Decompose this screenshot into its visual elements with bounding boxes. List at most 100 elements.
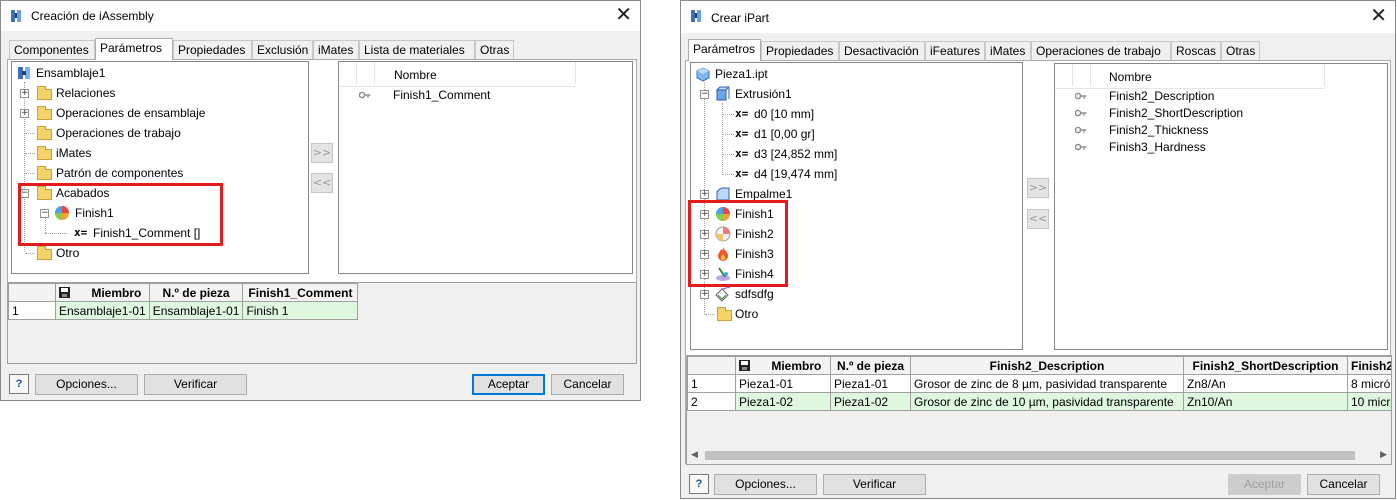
ipart-params-list[interactable]: Nombre Finish2_Description Finish2_Short… xyxy=(1054,63,1388,350)
save-icon xyxy=(59,286,70,298)
verify-button[interactable]: Verificar xyxy=(144,374,247,395)
table-cell[interactable]: Pieza1-01 xyxy=(735,374,831,393)
finish2-description-column-header[interactable]: Finish2_Description xyxy=(910,356,1184,375)
iassembly-dialog: Creación de iAssembly ✕ Componentes Pará… xyxy=(0,0,641,401)
table-row[interactable]: 1 Ensamblaje1-01 Ensamblaje1-01 Finish 1 xyxy=(8,301,359,320)
expand-icon[interactable]: + xyxy=(20,109,29,118)
parameter-icon: x= xyxy=(735,107,749,120)
add-parameter-button[interactable]: >> xyxy=(311,143,333,163)
param-label: Finish2_ShortDescription xyxy=(1109,106,1244,120)
tree-node-pieza1[interactable]: Pieza1.ipt xyxy=(693,64,1013,84)
expand-icon[interactable]: + xyxy=(700,190,709,199)
tree-node-otro[interactable]: Otro xyxy=(693,304,1013,324)
tab-otras[interactable]: Otras xyxy=(475,40,514,59)
cancel-button[interactable]: Cancelar xyxy=(1307,474,1380,495)
folder-icon xyxy=(717,307,732,321)
param-item[interactable]: Finish1_Comment xyxy=(339,87,629,104)
tab-exclusion[interactable]: Exclusión xyxy=(252,40,313,59)
tab-ifeatures[interactable]: iFeatures xyxy=(925,41,985,60)
row-number[interactable]: 1 xyxy=(8,301,56,320)
tree-label: Relaciones xyxy=(56,86,116,100)
verify-button[interactable]: Verificar xyxy=(823,474,926,495)
table-cell[interactable]: Zn8/An xyxy=(1183,374,1348,393)
tree-node-operaciones-ensamblaje[interactable]: + Operaciones de ensamblaje xyxy=(14,103,304,123)
options-button[interactable]: Opciones... xyxy=(714,474,817,495)
tree-node-relaciones[interactable]: + Relaciones xyxy=(14,83,304,103)
tab-parametros[interactable]: Parámetros xyxy=(688,39,761,61)
expand-icon[interactable]: + xyxy=(20,89,29,98)
table-cell[interactable]: 8 micrón xyxy=(1347,374,1391,393)
tree-node-d3[interactable]: x= d3 [24,852 mm] xyxy=(693,144,1013,164)
tab-propiedades[interactable]: Propiedades xyxy=(761,41,839,60)
member-column-header[interactable]: Miembro xyxy=(55,283,150,302)
remove-parameter-button[interactable]: << xyxy=(1027,209,1049,229)
tree-node-otro[interactable]: Otro xyxy=(14,243,304,263)
finish1-comment-column-header[interactable]: Finish1_Comment xyxy=(242,283,359,302)
tab-roscas[interactable]: Roscas xyxy=(1171,41,1221,60)
iassembly-params-list[interactable]: Nombre Finish1_Comment xyxy=(338,61,633,274)
param-item[interactable]: Finish3_Hardness xyxy=(1055,139,1375,156)
extrusion-icon xyxy=(715,86,731,101)
header-divider xyxy=(1324,64,1325,86)
param-item[interactable]: Finish2_Thickness xyxy=(1055,122,1375,139)
tab-operaciones-trabajo[interactable]: Operaciones de trabajo xyxy=(1031,41,1171,60)
close-icon[interactable]: ✕ xyxy=(1370,5,1387,27)
tree-node-extrusion1[interactable]: − Extrusión1 xyxy=(693,84,1013,104)
table-cell[interactable]: Zn10/An xyxy=(1183,392,1348,411)
tab-imates[interactable]: iMates xyxy=(985,41,1031,60)
scroll-right-icon[interactable]: ▶ xyxy=(1380,449,1387,460)
remove-parameter-button[interactable]: << xyxy=(311,173,333,193)
tree-node-patron-componentes[interactable]: Patrón de componentes xyxy=(14,163,304,183)
tab-lista-materiales[interactable]: Lista de materiales xyxy=(359,40,475,59)
tree-node-d1[interactable]: x= d1 [0,00 gr] xyxy=(693,124,1013,144)
scrollbar-thumb[interactable] xyxy=(705,451,1355,460)
row-number[interactable]: 2 xyxy=(687,392,736,411)
param-item[interactable]: Finish2_Description xyxy=(1055,88,1375,105)
tree-node-ensamblaje1[interactable]: Ensamblaje1 xyxy=(14,63,304,83)
add-parameter-button[interactable]: >> xyxy=(1027,178,1049,198)
part-icon xyxy=(696,67,710,82)
tree-node-d4[interactable]: x= d4 [19,474 mm] xyxy=(693,164,1013,184)
accept-button[interactable]: Aceptar xyxy=(472,374,545,395)
table-row[interactable]: 2 Pieza1-02 Pieza1-02 Grosor de zinc de … xyxy=(687,392,1391,411)
tab-parametros[interactable]: Parámetros xyxy=(95,38,173,60)
tab-otras[interactable]: Otras xyxy=(1221,41,1260,60)
tree-node-sdfsdfg[interactable]: + sdfsdfg xyxy=(693,284,1013,304)
part-number-column-header[interactable]: N.º de pieza xyxy=(148,283,244,302)
options-button[interactable]: Opciones... xyxy=(35,374,138,395)
folder-icon xyxy=(37,246,52,260)
accept-button[interactable]: Aceptar xyxy=(1228,474,1301,495)
ipart-title: Crear iPart xyxy=(711,11,770,25)
help-button[interactable]: ? xyxy=(689,474,709,494)
table-cell[interactable]: Grosor de zinc de 10 µm, pasividad trans… xyxy=(910,392,1184,411)
tree-node-operaciones-trabajo[interactable]: Operaciones de trabajo xyxy=(14,123,304,143)
scroll-left-icon[interactable]: ◀ xyxy=(691,449,698,460)
table-row[interactable]: 1 Pieza1-01 Pieza1-01 Grosor de zinc de … xyxy=(687,374,1391,393)
tab-propiedades[interactable]: Propiedades xyxy=(173,40,252,59)
horizontal-scrollbar[interactable]: ◀ ▶ xyxy=(687,448,1391,464)
cancel-button[interactable]: Cancelar xyxy=(551,374,624,395)
tree-node-d0[interactable]: x= d0 [10 mm] xyxy=(693,104,1013,124)
expand-icon[interactable]: + xyxy=(700,290,709,299)
part-number-column-header[interactable]: N.º de pieza xyxy=(830,356,911,375)
finish2-thickness-column-header[interactable]: Finish2 xyxy=(1347,356,1391,375)
tab-desactivacion[interactable]: Desactivación xyxy=(839,41,925,60)
tab-imates[interactable]: iMates xyxy=(313,40,359,59)
table-cell[interactable]: Ensamblaje1-01 xyxy=(55,301,150,320)
table-cell[interactable]: Pieza1-01 xyxy=(830,374,911,393)
row-number[interactable]: 1 xyxy=(687,374,736,393)
collapse-icon[interactable]: − xyxy=(700,90,709,99)
table-cell[interactable]: 10 micró xyxy=(1347,392,1391,411)
finish2-shortdescription-column-header[interactable]: Finish2_ShortDescription xyxy=(1183,356,1348,375)
table-cell[interactable]: Finish 1 xyxy=(242,301,359,320)
table-cell[interactable]: Grosor de zinc de 8 µm, pasividad transp… xyxy=(910,374,1184,393)
table-cell[interactable]: Pieza1-02 xyxy=(830,392,911,411)
table-cell[interactable]: Ensamblaje1-01 xyxy=(148,301,244,320)
param-item[interactable]: Finish2_ShortDescription xyxy=(1055,105,1375,122)
close-icon[interactable]: ✕ xyxy=(615,4,632,26)
tab-componentes[interactable]: Componentes xyxy=(9,40,95,59)
table-cell[interactable]: Pieza1-02 xyxy=(735,392,831,411)
help-button[interactable]: ? xyxy=(9,374,29,394)
tree-node-imates[interactable]: iMates xyxy=(14,143,304,163)
member-column-header[interactable]: Miembro xyxy=(735,356,831,375)
